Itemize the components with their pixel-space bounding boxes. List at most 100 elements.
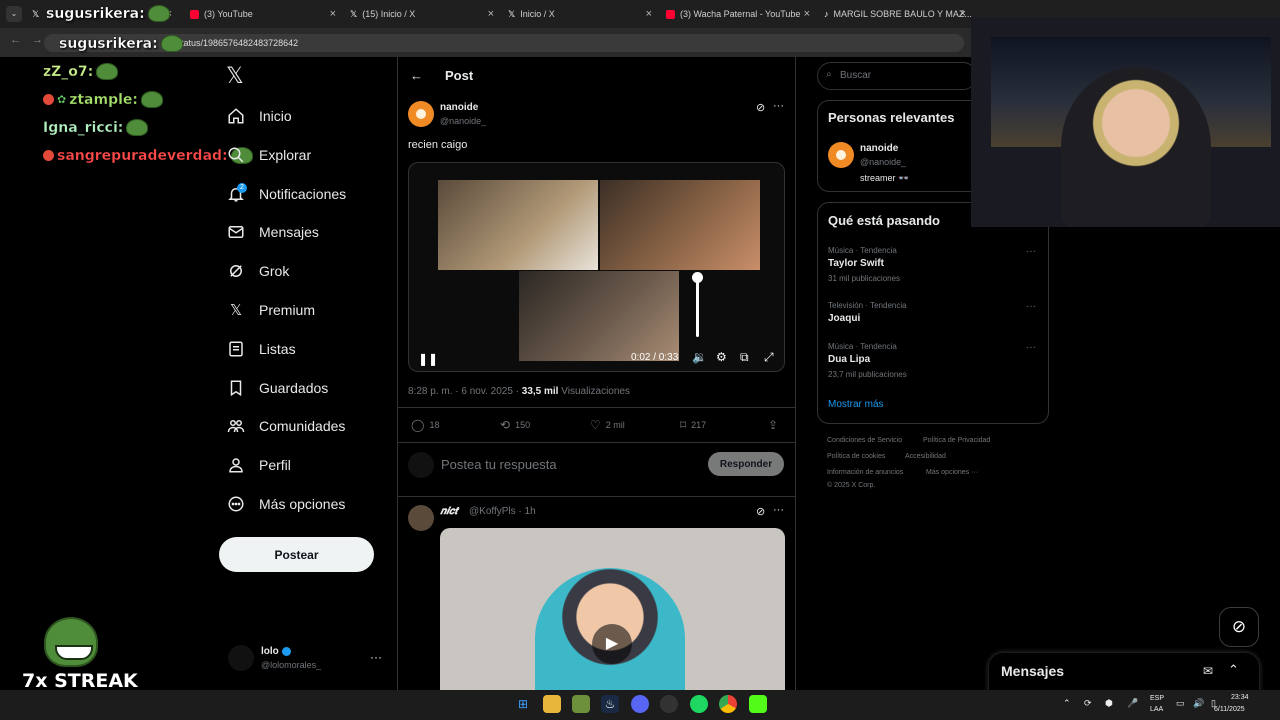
post-author-name[interactable]: nanoide <box>440 102 478 113</box>
network-icon[interactable]: ▭ <box>1176 698 1185 709</box>
picture-in-picture-icon[interactable]: ⧉ <box>740 350 749 365</box>
forward-arrow-icon[interactable]: → <box>32 34 43 46</box>
sidebar-item-label: Explorar <box>259 147 312 163</box>
compose-message-icon[interactable]: ✉ <box>1203 664 1213 678</box>
reply-author-name[interactable]: 𝒏𝒊𝒄𝒕 <box>440 506 458 517</box>
close-icon[interactable]: × <box>330 8 336 20</box>
more-icon[interactable]: ··· <box>1026 301 1036 312</box>
repost-count: 150 <box>515 420 531 430</box>
discord-icon[interactable] <box>631 695 649 713</box>
tray-chevron-up-icon[interactable]: ⌃ <box>1063 698 1071 709</box>
more-icon[interactable]: ··· <box>773 504 784 516</box>
reply-video[interactable]: ▶ <box>440 528 785 698</box>
steam-icon[interactable]: ♨ <box>601 695 619 713</box>
close-icon[interactable]: × <box>646 8 652 20</box>
repost-action[interactable]: ⟲ 150 <box>500 418 530 432</box>
sidebar-item-premium[interactable]: 𝕏 Premium <box>227 296 315 324</box>
pause-icon[interactable]: ❚❚ <box>418 352 438 366</box>
browser-tab[interactable]: (3) YouTube × <box>190 4 336 24</box>
chat-message: sangrepuradeverdad: <box>43 147 253 164</box>
back-arrow-icon[interactable]: ← <box>10 34 21 46</box>
sidebar-item-mas-opciones[interactable]: Más opciones <box>227 490 345 518</box>
x-logo-icon[interactable]: 𝕏 <box>226 64 244 89</box>
trend-name[interactable]: Joaqui <box>828 313 860 324</box>
like-action[interactable]: ♡ 2 mil <box>590 418 625 432</box>
footer-link[interactable]: Accesibilidad <box>905 453 946 460</box>
trend-name[interactable]: Dua Lipa <box>828 354 870 365</box>
sidebar-item-perfil[interactable]: Perfil <box>227 451 291 479</box>
relevant-person-handle: @nanoide_ <box>860 157 907 167</box>
sidebar-item-guardados[interactable]: Guardados <box>227 374 328 402</box>
windows-start-icon[interactable]: ⊞ <box>514 695 532 713</box>
streamer-figure <box>1061 67 1211 227</box>
grok-icon[interactable]: ⊘ <box>756 101 765 114</box>
more-icon[interactable]: ··· <box>1026 342 1036 353</box>
avatar[interactable] <box>228 645 254 671</box>
x-icon: 𝕏 <box>229 301 243 319</box>
sidebar-item-grok[interactable]: Grok <box>227 257 289 285</box>
share-action[interactable]: ⇪ <box>768 418 778 432</box>
clock-time[interactable]: 23:34 <box>1231 694 1249 701</box>
kick-icon[interactable] <box>749 695 767 713</box>
footer-link[interactable]: Condiciones de Servicio <box>827 437 902 444</box>
volume-slider[interactable] <box>696 275 699 337</box>
sidebar-item-mensajes[interactable]: Mensajes <box>227 218 319 246</box>
clock-date[interactable]: 6/11/2025 <box>1214 706 1245 713</box>
reply-action[interactable]: ◯ 18 <box>411 418 439 432</box>
footer-link[interactable]: Política de cookies <box>827 453 885 460</box>
tray-app-icon[interactable]: ⟳ <box>1084 698 1092 709</box>
more-icon[interactable]: ··· <box>773 100 784 112</box>
chevron-up-icon[interactable]: ⌃ <box>1228 662 1239 678</box>
file-explorer-icon[interactable] <box>543 695 561 713</box>
post-button[interactable]: Postear <box>219 537 374 572</box>
close-icon[interactable]: × <box>804 8 810 20</box>
browser-tab[interactable]: (3) Wacha Paternal - YouTube × <box>666 4 810 24</box>
play-icon[interactable]: ▶ <box>592 624 632 664</box>
sidebar-item-comunidades[interactable]: Comunidades <box>227 412 345 440</box>
search-input[interactable]: Buscar <box>817 62 977 90</box>
chrome-icon[interactable] <box>719 695 737 713</box>
tray-app-icon[interactable]: ⬢ <box>1105 698 1113 709</box>
language-layout: LAA <box>1150 706 1164 713</box>
trend-name[interactable]: Taylor Swift <box>828 258 884 269</box>
reply-button[interactable]: Responder <box>708 452 784 476</box>
close-icon[interactable]: × <box>488 8 494 20</box>
speaker-icon[interactable]: 🔊 <box>1193 698 1204 709</box>
language-indicator[interactable]: ESP <box>1150 695 1164 702</box>
spotify-icon[interactable] <box>690 695 708 713</box>
sidebar-item-listas[interactable]: Listas <box>227 335 296 363</box>
avatar[interactable] <box>408 505 434 531</box>
browser-tab[interactable]: ♪ MARGIL SOBRE BAULO Y MAZ... × <box>824 4 972 24</box>
grok-icon[interactable]: ⊘ <box>1219 607 1259 647</box>
grok-icon[interactable]: ⊘ <box>756 505 765 518</box>
obs-icon[interactable] <box>660 695 678 713</box>
sidebar-item-explorar[interactable]: Explorar <box>227 141 311 169</box>
back-arrow-icon[interactable]: ← <box>410 68 423 83</box>
tab-search-button[interactable]: ⌄ <box>6 6 22 22</box>
sidebar-item-inicio[interactable]: Inicio <box>227 102 292 130</box>
reply-input[interactable]: Postea tu respuesta <box>441 457 557 472</box>
video-player[interactable] <box>408 162 785 372</box>
settings-gear-icon[interactable]: ⚙ <box>716 350 727 364</box>
browser-tab[interactable]: 𝕏 (15) Inicio / X × <box>350 4 494 24</box>
footer-link[interactable]: Política de Privacidad <box>923 437 990 444</box>
app-icon[interactable] <box>572 695 590 713</box>
fullscreen-icon[interactable]: ⤢ <box>764 350 774 365</box>
youtube-icon <box>666 9 675 19</box>
share-icon: ⇪ <box>768 418 779 432</box>
footer-link[interactable]: Más opciones ··· <box>926 469 978 476</box>
avatar[interactable] <box>828 142 854 168</box>
footer-link[interactable]: Información de anuncios <box>827 469 903 476</box>
relevant-person-name[interactable]: nanoide <box>860 143 898 154</box>
volume-slider-handle[interactable] <box>692 272 703 283</box>
show-more-link[interactable]: Mostrar más <box>828 399 884 410</box>
volume-icon[interactable]: 🔉 <box>692 350 707 364</box>
close-icon[interactable]: × <box>960 8 966 20</box>
bookmark-action[interactable]: ⌑ 217 <box>680 418 706 432</box>
avatar[interactable] <box>408 101 434 127</box>
account-name[interactable]: lolo <box>261 646 291 657</box>
more-icon[interactable]: ··· <box>1026 246 1036 257</box>
tray-mic-icon[interactable]: 🎤 <box>1127 698 1138 709</box>
browser-tab[interactable]: 𝕏 Inicio / X × <box>508 4 652 24</box>
more-icon[interactable]: ··· <box>370 650 382 664</box>
